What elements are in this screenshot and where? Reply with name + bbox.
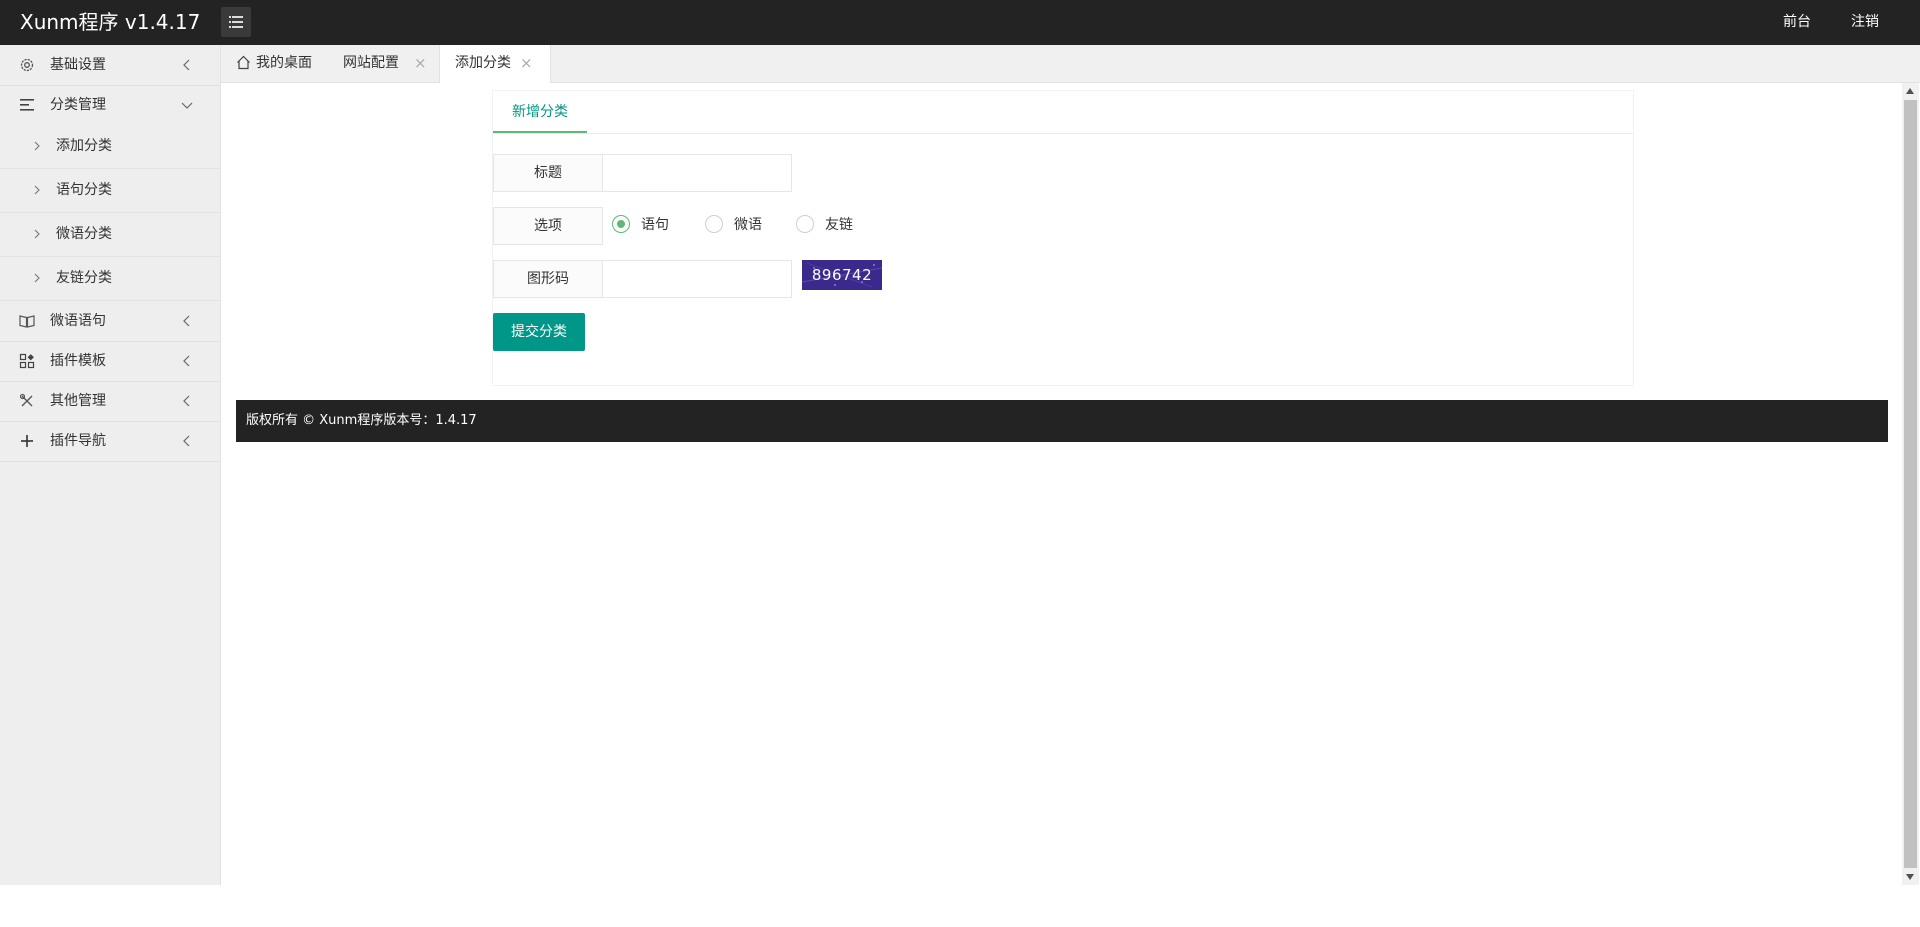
- tab-my-desktop[interactable]: 我的桌面: [236, 45, 336, 82]
- chevron-right-icon: [34, 141, 40, 151]
- top-header: Xunm程序 v1.4.17 前台 注销: [0, 0, 1920, 45]
- title-label: 标题: [493, 154, 603, 192]
- sidebar-item-label: 插件导航: [50, 433, 106, 449]
- sidebar-subitem-sentence-category[interactable]: 语句分类: [0, 169, 220, 213]
- radio-unchecked-icon: [705, 215, 723, 233]
- chevron-left-icon: [183, 435, 190, 447]
- copyright-text: 版权所有 © Xunm程序版本号：1.4.17: [246, 413, 477, 428]
- sidebar-item-label: 分类管理: [50, 97, 106, 113]
- chevron-left-icon: [183, 315, 190, 327]
- sidebar-item-label: 其他管理: [50, 393, 106, 409]
- chevron-right-icon: [34, 185, 40, 195]
- list-icon: [229, 16, 243, 28]
- tools-icon: [19, 393, 33, 407]
- close-icon[interactable]: ×: [414, 45, 427, 82]
- sidebar-item-label: 插件模板: [50, 353, 106, 369]
- sidebar-subitem-label: 友链分类: [56, 270, 112, 286]
- add-category-card: 新增分类 标题 选项 语句 微语 友链 图形码 896742 提交分类: [492, 90, 1634, 386]
- sidebar-item-label: 微语语句: [50, 313, 106, 329]
- title-input[interactable]: [602, 154, 792, 192]
- sidebar-item-micro-sentences[interactable]: 微语语句: [0, 301, 220, 342]
- menu-toggle-button[interactable]: [221, 7, 251, 37]
- chevron-right-icon: [34, 229, 40, 239]
- sidebar-item-plugin-navigation[interactable]: 插件导航: [0, 421, 220, 462]
- sidebar-subitem-label: 添加分类: [56, 138, 112, 154]
- app-grid-icon: [19, 353, 35, 369]
- chevron-left-icon: [183, 59, 190, 71]
- radio-checked-icon: [612, 215, 630, 233]
- chevron-right-icon: [34, 273, 40, 283]
- sidebar-subitem-micro-category[interactable]: 微语分类: [0, 213, 220, 257]
- title-row: 标题: [493, 154, 893, 192]
- captcha-image[interactable]: 896742: [802, 260, 882, 290]
- footer: 版权所有 © Xunm程序版本号：1.4.17: [236, 400, 1888, 442]
- tab-site-config[interactable]: 网站配置 ×: [343, 45, 443, 82]
- align-left-icon: [20, 99, 34, 111]
- option-label: 选项: [493, 207, 603, 245]
- tab-bar: 我的桌面 网站配置 × 添加分类 ×: [221, 45, 1920, 83]
- sidebar-item-category-management[interactable]: 分类管理: [0, 85, 220, 125]
- captcha-input[interactable]: [602, 260, 792, 298]
- sidebar-subitem-label: 语句分类: [56, 182, 112, 198]
- sidebar: 基础设置 分类管理 添加分类 语句分类 微语分类 友链分类 微语语句 插件模板 …: [0, 45, 221, 885]
- sidebar-item-plugin-templates[interactable]: 插件模板: [0, 341, 220, 382]
- chevron-down-icon: [181, 102, 193, 109]
- sidebar-subitem-label: 微语分类: [56, 226, 112, 242]
- gear-icon: [20, 58, 34, 72]
- tab-label: 网站配置: [343, 55, 399, 71]
- submit-category-button[interactable]: 提交分类: [493, 313, 585, 351]
- scroll-up-arrow-icon[interactable]: [1906, 88, 1914, 94]
- chevron-left-icon: [183, 395, 190, 407]
- sidebar-item-other-management[interactable]: 其他管理: [0, 381, 220, 422]
- home-icon: [237, 55, 250, 70]
- tab-add-category[interactable]: 添加分类 ×: [439, 45, 551, 83]
- book-icon: [19, 315, 35, 328]
- app-title: Xunm程序 v1.4.17: [20, 10, 201, 34]
- radio-unchecked-icon: [796, 215, 814, 233]
- radio-label: 友链: [825, 217, 853, 233]
- logout-link[interactable]: 注销: [1851, 0, 1879, 45]
- scrollbar-thumb[interactable]: [1904, 100, 1917, 868]
- captcha-text: 896742: [811, 266, 873, 284]
- chevron-left-icon: [183, 355, 190, 367]
- sidebar-item-label: 基础设置: [50, 57, 106, 73]
- sidebar-subitem-link-category[interactable]: 友链分类: [0, 257, 220, 301]
- captcha-row: 图形码 896742: [493, 260, 893, 298]
- tab-label: 添加分类: [455, 55, 511, 71]
- card-tab-bar: 新增分类: [493, 91, 1633, 134]
- radio-label: 微语: [734, 217, 762, 233]
- close-icon[interactable]: ×: [520, 45, 533, 82]
- plus-icon: [21, 435, 33, 447]
- scroll-down-arrow-icon[interactable]: [1906, 874, 1914, 880]
- option-row: 选项 语句 微语 友链: [493, 207, 893, 245]
- sidebar-item-basic-settings[interactable]: 基础设置: [0, 45, 220, 86]
- submit-row: 提交分类: [493, 313, 593, 351]
- front-link[interactable]: 前台: [1783, 0, 1811, 45]
- radio-label: 语句: [641, 217, 669, 233]
- tab-label: 我的桌面: [256, 55, 312, 71]
- captcha-label: 图形码: [493, 260, 603, 298]
- main-scrollbar[interactable]: [1902, 83, 1919, 885]
- tab-new-category[interactable]: 新增分类: [493, 91, 587, 133]
- sidebar-subitem-add-category[interactable]: 添加分类: [0, 125, 220, 169]
